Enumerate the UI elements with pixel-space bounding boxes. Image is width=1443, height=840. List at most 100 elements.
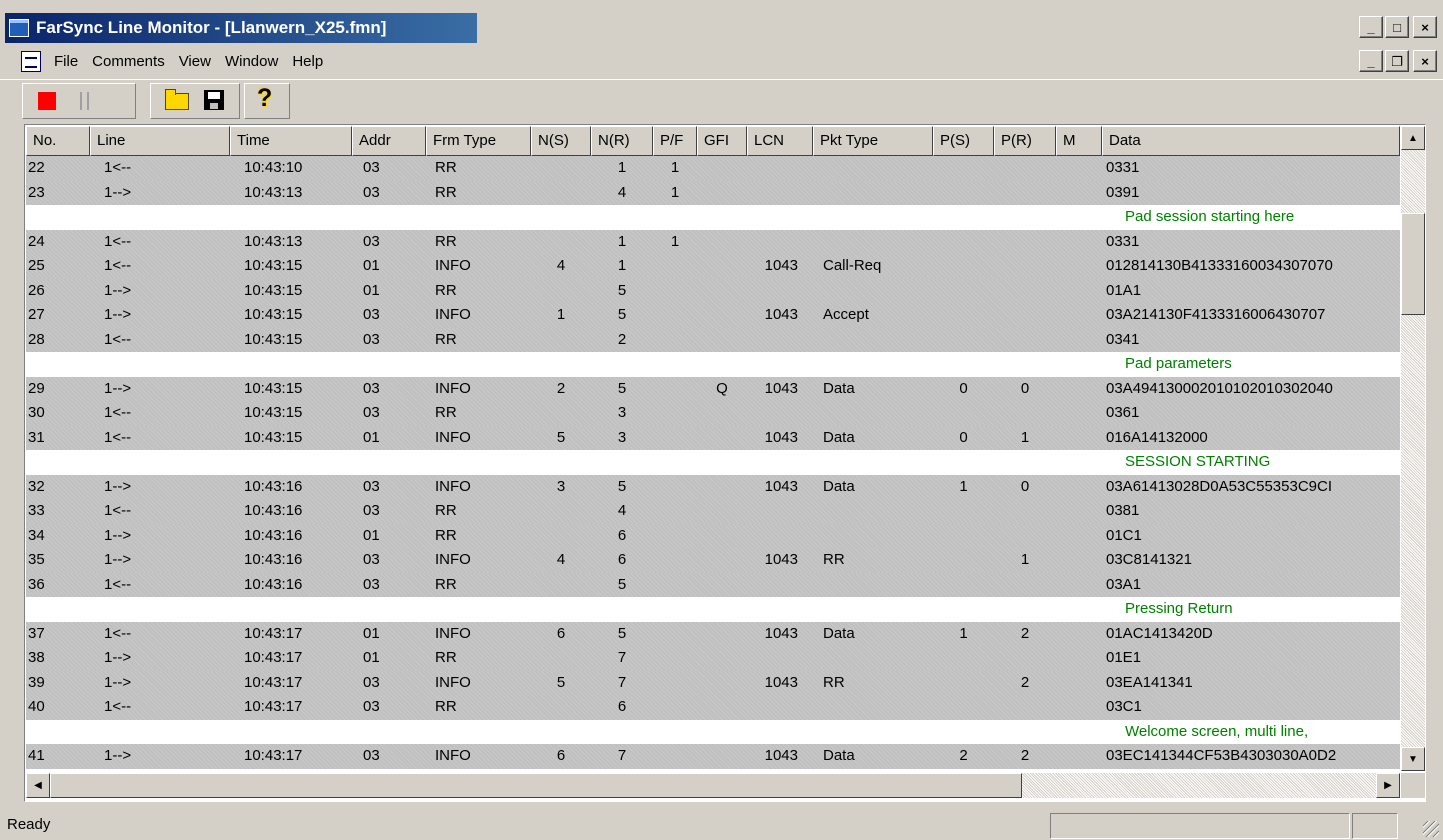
- stop-icon[interactable]: [38, 92, 56, 110]
- column-header-pr[interactable]: P(R): [994, 126, 1056, 156]
- table-row[interactable]: 39 1--> 10:43:17 03 INFO 5 7 1043 RR 2 03EA141341: [26, 670, 1400, 696]
- table-row[interactable]: 28 1<-- 10:43:15 03 RR 2 0341: [26, 327, 1400, 353]
- column-header-no[interactable]: No.: [26, 126, 90, 156]
- table-row[interactable]: 29 1--> 10:43:15 03 INFO 2 5 Q 1043 Data 0 0 03A4941…: [26, 376, 1400, 401]
- cell-m: [1056, 671, 1102, 696]
- column-header-data[interactable]: Data: [1102, 126, 1400, 156]
- table-row[interactable]: 35 1--> 10:43:16 03 INFO 4 6 1043 RR 1 03C8141321: [26, 548, 1400, 573]
- column-header-ps[interactable]: P(S): [933, 126, 994, 156]
- table-row[interactable]: 34 1--> 10:43:16 01 RR 6 01C1: [26, 523, 1400, 548]
- column-header-addr[interactable]: Addr: [352, 126, 426, 156]
- scroll-right-arrow-icon[interactable]: ▶: [1376, 773, 1400, 798]
- frame-list-view: No. Line Time Addr Frm Type N(S) N(R) P/…: [24, 124, 1426, 802]
- cell-frm: RR: [435, 232, 457, 250]
- cell-data: 01AC1413420D: [1106, 624, 1213, 642]
- horizontal-scrollbar[interactable]: ◀ ▶: [26, 773, 1400, 798]
- cell-frm: INFO: [435, 624, 471, 642]
- cell-gfi: [697, 475, 747, 500]
- comment-row[interactable]: SESSION STARTING: [26, 450, 1400, 475]
- horizontal-scroll-thumb[interactable]: [50, 773, 1022, 798]
- cell-ns: 6: [556, 747, 566, 764]
- menu-window[interactable]: Window: [218, 53, 285, 70]
- column-header-time[interactable]: Time: [230, 126, 352, 156]
- help-icon[interactable]: ?: [257, 86, 272, 111]
- menu-file[interactable]: File: [47, 53, 85, 70]
- status-panel-small: [1352, 813, 1398, 839]
- cell-pf: [653, 328, 697, 353]
- cell-ps: 1: [959, 477, 968, 495]
- table-row[interactable]: 40 1<-- 10:43:17 03 RR 6 03C1: [26, 695, 1400, 720]
- comment-row[interactable]: Pressing Return: [26, 597, 1400, 622]
- column-header-frm-type[interactable]: Frm Type: [426, 126, 531, 156]
- cell-pkt: [813, 181, 933, 206]
- table-row[interactable]: 41 1--> 10:43:17 03 INFO 6 7 1043 Data 2 2 03EC1413…: [26, 744, 1400, 769]
- column-header-gfi[interactable]: GFI: [697, 126, 747, 156]
- cell-addr: 03: [363, 551, 380, 568]
- table-row[interactable]: 37 1<-- 10:43:17 01 INFO 6 5 1043 Data 1 2 01AC1413…: [26, 621, 1400, 646]
- window-title-strip[interactable]: FarSync Line Monitor - [Llanwern_X25.fmn…: [5, 13, 477, 43]
- doc-minimize-button[interactable]: _: [1359, 50, 1383, 72]
- resize-grip-icon[interactable]: [1423, 821, 1439, 837]
- cell-time: 10:43:16: [244, 575, 303, 593]
- column-header-pkt-type[interactable]: Pkt Type: [813, 126, 933, 156]
- table-row[interactable]: 26 1--> 10:43:15 01 RR 5 01A1: [26, 278, 1400, 304]
- cell-addr: 01: [363, 526, 380, 544]
- column-header-ns[interactable]: N(S): [531, 126, 591, 156]
- vertical-scroll-thumb[interactable]: [1401, 213, 1425, 315]
- menu-help[interactable]: Help: [285, 53, 330, 70]
- cell-gfi: [697, 573, 747, 598]
- comment-row[interactable]: Welcome screen, multi line,: [26, 719, 1400, 744]
- cell-pr: [994, 646, 1056, 671]
- cell-addr: 03: [363, 673, 380, 691]
- table-row[interactable]: 27 1--> 10:43:15 03 INFO 1 5 1043 Accept 03A21413…: [26, 303, 1400, 328]
- table-row[interactable]: 38 1--> 10:43:17 01 RR 7 01E1: [26, 646, 1400, 671]
- column-header-line[interactable]: Line: [90, 126, 230, 156]
- table-row[interactable]: 36 1<-- 10:43:16 03 RR 5 03A1: [26, 572, 1400, 598]
- cell-frm: INFO: [435, 673, 471, 691]
- table-row[interactable]: 24 1<-- 10:43:13 03 RR 1 1 0331: [26, 229, 1400, 255]
- cell-addr: 03: [363, 159, 380, 176]
- open-folder-icon[interactable]: [165, 89, 189, 110]
- table-row[interactable]: 31 1<-- 10:43:15 01 INFO 5 3 1043 Data 0 1 016A1413…: [26, 425, 1400, 450]
- document-icon[interactable]: [21, 50, 41, 72]
- save-icon[interactable]: [204, 90, 224, 110]
- cell-frm: RR: [435, 281, 457, 299]
- menu-comments[interactable]: Comments: [85, 53, 172, 70]
- close-button[interactable]: ×: [1413, 16, 1437, 38]
- cell-line: 1<--: [104, 624, 132, 642]
- cell-data: 01C1: [1106, 526, 1142, 544]
- comment-row[interactable]: Pad parameters: [26, 352, 1400, 377]
- minimize-button[interactable]: _: [1359, 16, 1383, 38]
- scroll-down-arrow-icon[interactable]: ▼: [1401, 747, 1425, 771]
- scroll-left-arrow-icon[interactable]: ◀: [26, 773, 50, 798]
- table-row[interactable]: 30 1<-- 10:43:15 03 RR 3 0361: [26, 401, 1400, 426]
- table-row[interactable]: 33 1<-- 10:43:16 03 RR 4 0381: [26, 499, 1400, 524]
- cell-time: 10:43:16: [244, 526, 303, 544]
- column-header-nr[interactable]: N(R): [591, 126, 653, 156]
- table-row[interactable]: 32 1--> 10:43:16 03 INFO 3 5 1043 Data 1 0 03A61413…: [26, 474, 1400, 500]
- cell-data: 03C1: [1106, 698, 1142, 715]
- cell-ns: 2: [556, 379, 566, 397]
- cell-gfi: [697, 303, 747, 328]
- cell-pf: [653, 279, 697, 304]
- cell-data: 0331: [1106, 159, 1140, 176]
- scroll-up-arrow-icon[interactable]: ▲: [1401, 126, 1425, 150]
- table-row[interactable]: 25 1<-- 10:43:15 01 INFO 4 1 1043 Call-Req 012814…: [26, 254, 1400, 279]
- vertical-scrollbar[interactable]: ▲ ▼: [1401, 126, 1425, 771]
- app-icon[interactable]: [9, 19, 29, 37]
- column-header-lcn[interactable]: LCN: [747, 126, 813, 156]
- cell-ps: [933, 230, 994, 255]
- comment-row[interactable]: Pad session starting here: [26, 205, 1400, 230]
- menu-view[interactable]: View: [172, 53, 218, 70]
- doc-close-button[interactable]: ×: [1413, 50, 1437, 72]
- pause-icon[interactable]: [80, 92, 89, 110]
- table-row[interactable]: 23 1--> 10:43:13 03 RR 4 1 0391: [26, 180, 1400, 206]
- maximize-button[interactable]: □: [1385, 16, 1409, 38]
- cell-pf: 1: [670, 232, 680, 250]
- doc-restore-button[interactable]: ❐: [1385, 50, 1409, 72]
- column-header-pf[interactable]: P/F: [653, 126, 697, 156]
- cell-ns: [531, 156, 591, 181]
- table-row[interactable]: 22 1<-- 10:43:10 03 RR 1 1 0331: [26, 156, 1400, 181]
- column-header-m[interactable]: M: [1056, 126, 1102, 156]
- cell-nr: 3: [617, 428, 627, 446]
